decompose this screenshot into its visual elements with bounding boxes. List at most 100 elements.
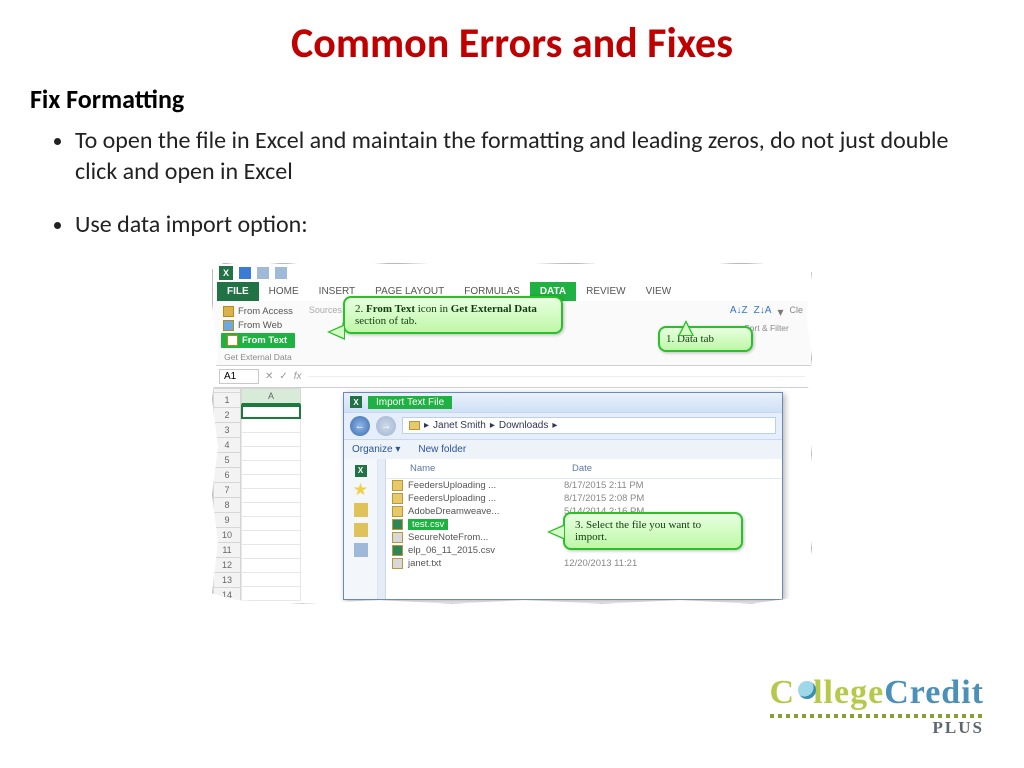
- file-list-header[interactable]: Name Date: [386, 459, 782, 479]
- from-access-button[interactable]: From Access: [221, 305, 295, 318]
- col-date[interactable]: Date: [566, 459, 782, 478]
- from-text-label: From Text: [242, 335, 287, 346]
- txt-icon: [392, 532, 403, 543]
- cell-a1[interactable]: [241, 405, 301, 419]
- group-get-external-data: From Access From Web From Text Get Exter…: [221, 305, 295, 362]
- tab-file[interactable]: FILE: [217, 282, 259, 301]
- new-folder-button[interactable]: New folder: [418, 444, 466, 455]
- excel-logo-icon: X: [355, 465, 367, 477]
- col-header-a[interactable]: A: [241, 388, 301, 405]
- row-header[interactable]: 13: [213, 573, 241, 588]
- row-header[interactable]: 11: [213, 543, 241, 558]
- folder-icon: [409, 421, 420, 430]
- college-credit-plus-logo: CollegeCredit PLUS: [770, 674, 984, 738]
- callout-text: section of tab.: [355, 315, 417, 327]
- sort-za-icon[interactable]: Z↓A: [754, 305, 772, 319]
- computer-icon[interactable]: [354, 543, 368, 557]
- clear-icon[interactable]: Cle: [789, 305, 803, 319]
- callout-bold: From Text: [366, 303, 415, 315]
- file-date: 8/17/2015 2:08 PM: [564, 493, 776, 504]
- logo-part: Credit: [884, 674, 984, 711]
- folder-icon: [392, 493, 403, 504]
- cell[interactable]: [241, 573, 301, 587]
- cell[interactable]: [241, 461, 301, 475]
- file-date: 12/20/2013 11:21: [564, 558, 776, 569]
- folder-icon: [392, 506, 403, 517]
- import-text-file-dialog: X Import Text File ← → ▸Janet Smith ▸Dow…: [343, 392, 783, 600]
- cell[interactable]: [241, 489, 301, 503]
- redo-icon[interactable]: [275, 267, 287, 279]
- dialog-nav: ← → ▸Janet Smith ▸Downloads ▸: [344, 412, 782, 440]
- cell[interactable]: [241, 559, 301, 573]
- bullet-item: To open the file in Excel and maintain t…: [75, 125, 969, 187]
- row-header[interactable]: 5: [213, 453, 241, 468]
- row-header[interactable]: 9: [213, 513, 241, 528]
- breadcrumb-part[interactable]: Downloads: [499, 420, 548, 431]
- file-name: janet.txt: [408, 558, 441, 569]
- cell[interactable]: [241, 517, 301, 531]
- row-header[interactable]: 12: [213, 558, 241, 573]
- breadcrumb-part[interactable]: Janet Smith: [433, 420, 486, 431]
- row-header[interactable]: 14: [213, 588, 241, 603]
- callout-text: icon in: [415, 303, 451, 315]
- undo-icon[interactable]: [257, 267, 269, 279]
- cell[interactable]: [241, 447, 301, 461]
- name-box[interactable]: [219, 369, 259, 384]
- file-date: 8/17/2015 2:11 PM: [564, 480, 776, 491]
- col-name[interactable]: Name: [386, 459, 566, 478]
- places-sidebar: X: [344, 459, 378, 599]
- dialog-titlebar: X Import Text File: [344, 393, 782, 412]
- from-web-button[interactable]: From Web: [221, 319, 295, 332]
- tab-review[interactable]: REVIEW: [576, 282, 635, 301]
- scrollbar[interactable]: [378, 459, 386, 599]
- cell[interactable]: [241, 531, 301, 545]
- cell[interactable]: [241, 433, 301, 447]
- cell[interactable]: [241, 419, 301, 433]
- folder-icon[interactable]: [354, 523, 368, 537]
- from-access-label: From Access: [238, 306, 293, 317]
- cell[interactable]: [241, 545, 301, 559]
- row-header[interactable]: 2: [213, 408, 241, 423]
- callout-text: 2.: [355, 303, 366, 315]
- organize-menu[interactable]: Organize ▾: [352, 444, 400, 455]
- csv-icon: [392, 545, 403, 556]
- enter-icon[interactable]: ✓: [279, 371, 287, 382]
- row-header[interactable]: 10: [213, 528, 241, 543]
- row-header[interactable]: 4: [213, 438, 241, 453]
- cell[interactable]: [241, 475, 301, 489]
- cell[interactable]: [241, 503, 301, 517]
- from-text-button[interactable]: From Text: [221, 333, 295, 348]
- breadcrumb[interactable]: ▸Janet Smith ▸Downloads ▸: [402, 417, 776, 434]
- group-label-external: Get External Data: [224, 352, 292, 362]
- txt-icon: [392, 558, 403, 569]
- forward-button[interactable]: →: [376, 416, 396, 436]
- save-icon[interactable]: [239, 267, 251, 279]
- row-header[interactable]: 3: [213, 423, 241, 438]
- file-row[interactable]: FeedersUploading ... 8/17/2015 2:08 PM: [386, 492, 782, 505]
- excel-titlebar: X: [213, 264, 811, 282]
- tab-home[interactable]: HOME: [259, 282, 309, 301]
- row-header[interactable]: 6: [213, 468, 241, 483]
- cancel-icon[interactable]: ✕: [265, 371, 273, 382]
- row-header[interactable]: 8: [213, 498, 241, 513]
- logo-plus: PLUS: [770, 718, 984, 738]
- cell[interactable]: [241, 587, 301, 601]
- sort-az-icon[interactable]: A↓Z: [730, 305, 748, 319]
- callout-select-file: 3. Select the file you want to import.: [563, 512, 743, 550]
- row-header[interactable]: 7: [213, 483, 241, 498]
- file-name: test.csv: [408, 519, 448, 530]
- tab-view[interactable]: VIEW: [636, 282, 682, 301]
- filter-icon[interactable]: ▾: [777, 305, 783, 319]
- file-name: SecureNoteFrom...: [408, 532, 488, 543]
- file-name: FeedersUploading ...: [408, 493, 496, 504]
- fx-icon[interactable]: fx: [294, 371, 302, 382]
- file-row[interactable]: janet.txt 12/20/2013 11:21: [386, 557, 782, 570]
- callout-data-tab: 1. Data tab: [658, 326, 753, 352]
- worksheet[interactable]: 1 2 3 4 5 6 7 8 9 10 11 12 13 14 A: [213, 388, 811, 603]
- row-header[interactable]: 1: [213, 393, 241, 408]
- file-row[interactable]: FeedersUploading ...8/17/2015 2:11 PM: [386, 479, 782, 492]
- folder-icon[interactable]: [354, 503, 368, 517]
- favorites-icon[interactable]: [354, 483, 368, 497]
- slide-title: Common Errors and Fixes: [0, 0, 1024, 69]
- back-button[interactable]: ←: [350, 416, 370, 436]
